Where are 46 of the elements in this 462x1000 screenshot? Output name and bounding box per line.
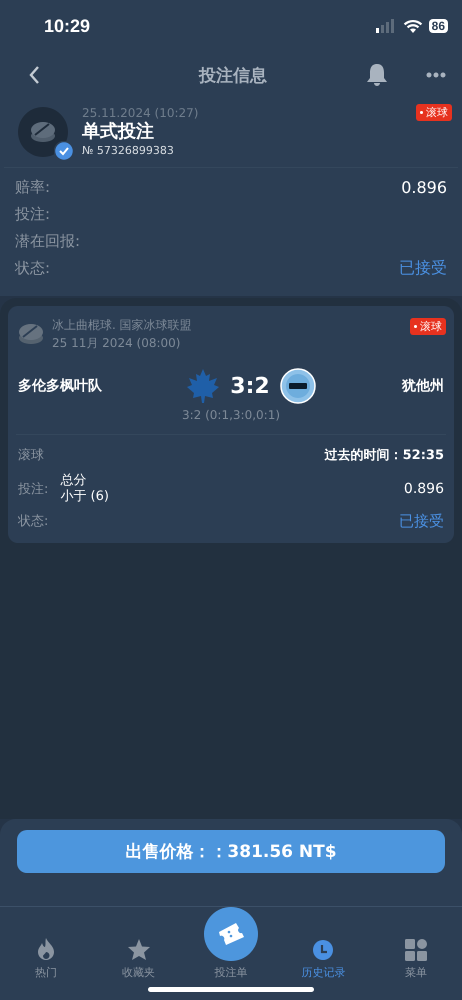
odds-value: 0.896 (401, 178, 447, 197)
odds-value: 0.896 (404, 481, 444, 497)
maple-leaf-icon (186, 368, 220, 404)
more-icon[interactable] (426, 72, 446, 78)
bet-number: № 57326899383 (82, 144, 175, 157)
tab-item[interactable]: 菜单 (370, 907, 462, 986)
field-label: 状态: (18, 513, 48, 530)
event-date: 25 11月 2024 (08:00) (52, 335, 182, 352)
live-badge: 滚球 (416, 104, 452, 121)
grid-icon (404, 939, 427, 961)
star-icon (126, 938, 151, 961)
puck-icon (18, 322, 44, 346)
field-label: 投注: (18, 481, 48, 498)
bell-icon[interactable] (366, 63, 388, 87)
tab-item[interactable]: 热门 (0, 907, 92, 986)
home-team: 多伦多枫叶队 (18, 377, 103, 395)
back-icon[interactable] (28, 65, 40, 85)
page-title: 投注信息 (198, 64, 268, 86)
elapsed-time: 过去的时间：52:35 (324, 447, 444, 464)
sell-button[interactable]: 出售价格：：381.56 NT$ (17, 830, 445, 873)
live-badge: 滚球 (410, 318, 446, 335)
market-name: 总分 (60, 473, 88, 489)
bet-pick: 小于 (6) (60, 489, 109, 505)
tab-item[interactable]: 投注单 (184, 907, 278, 986)
bet-mode: 滚球 (18, 447, 44, 464)
tab-item[interactable]: 历史记录 (277, 907, 370, 986)
field-label: 赔率: (15, 178, 50, 197)
field-label: 潜在回报: (15, 232, 80, 251)
status-value: 已接受 (399, 512, 444, 530)
away-team: 犹他州 (400, 377, 444, 395)
clock-icon (312, 939, 334, 961)
status-value: 已接受 (399, 258, 447, 279)
match-score: 3:2 (230, 374, 270, 398)
tab-item[interactable]: 收藏夹 (92, 907, 185, 986)
clock-time: 10:29 (44, 16, 90, 36)
league-name: 冰上曲棍球. 国家冰球联盟 (52, 317, 192, 334)
wifi-icon (402, 18, 423, 34)
flame-icon (36, 937, 56, 961)
field-label: 状态: (15, 259, 50, 278)
team-logo-icon (280, 368, 316, 404)
field-label: 投注: (15, 205, 50, 224)
bet-date: 25.11.2024 (10:27) (82, 106, 198, 120)
period-scores: 3:2 (0:1,3:0,0:1) (180, 408, 282, 422)
signal-icon (376, 19, 396, 33)
bet-type: 单式投注 (82, 120, 155, 144)
battery-level: 86 (428, 19, 448, 33)
